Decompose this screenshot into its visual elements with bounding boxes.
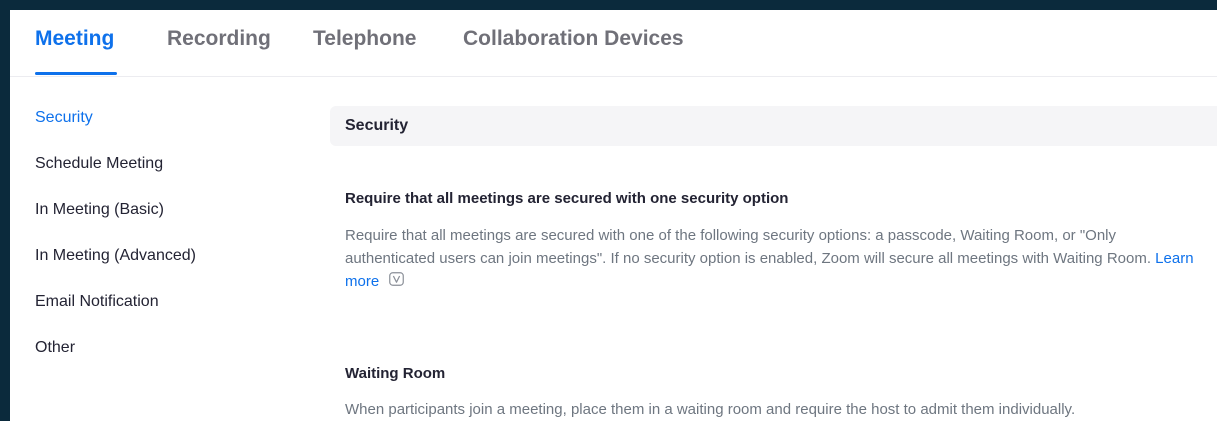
- setting-description-text: Require that all meetings are secured wi…: [345, 227, 1151, 267]
- tab-bar: Meeting Recording Telephone Collaboratio…: [10, 10, 1217, 77]
- sidebar-item-email-notification[interactable]: Email Notification: [35, 293, 159, 311]
- tab-recording[interactable]: Recording: [167, 27, 271, 51]
- sidebar-item-in-meeting-advanced[interactable]: In Meeting (Advanced): [35, 247, 196, 265]
- sidebar-item-other[interactable]: Other: [35, 339, 75, 357]
- section-header: Security: [330, 106, 1217, 146]
- tab-meeting[interactable]: Meeting: [35, 27, 114, 51]
- v-icon[interactable]: [389, 270, 405, 293]
- sidebar-item-in-meeting-basic[interactable]: In Meeting (Basic): [35, 201, 164, 219]
- setting-title-waiting-room: Waiting Room: [345, 365, 446, 382]
- settings-window: Meeting Recording Telephone Collaboratio…: [10, 10, 1217, 421]
- setting-description-security-option: Require that all meetings are secured wi…: [345, 224, 1205, 293]
- active-tab-indicator: [35, 72, 117, 75]
- tab-collaboration-devices[interactable]: Collaboration Devices: [463, 27, 684, 51]
- sidebar-item-schedule-meeting[interactable]: Schedule Meeting: [35, 155, 163, 173]
- section-title: Security: [345, 117, 409, 134]
- setting-description-waiting-room: When participants join a meeting, place …: [345, 401, 1076, 418]
- tab-telephone[interactable]: Telephone: [313, 27, 416, 51]
- sidebar-item-security[interactable]: Security: [35, 109, 93, 127]
- setting-title-security-option: Require that all meetings are secured wi…: [345, 190, 789, 207]
